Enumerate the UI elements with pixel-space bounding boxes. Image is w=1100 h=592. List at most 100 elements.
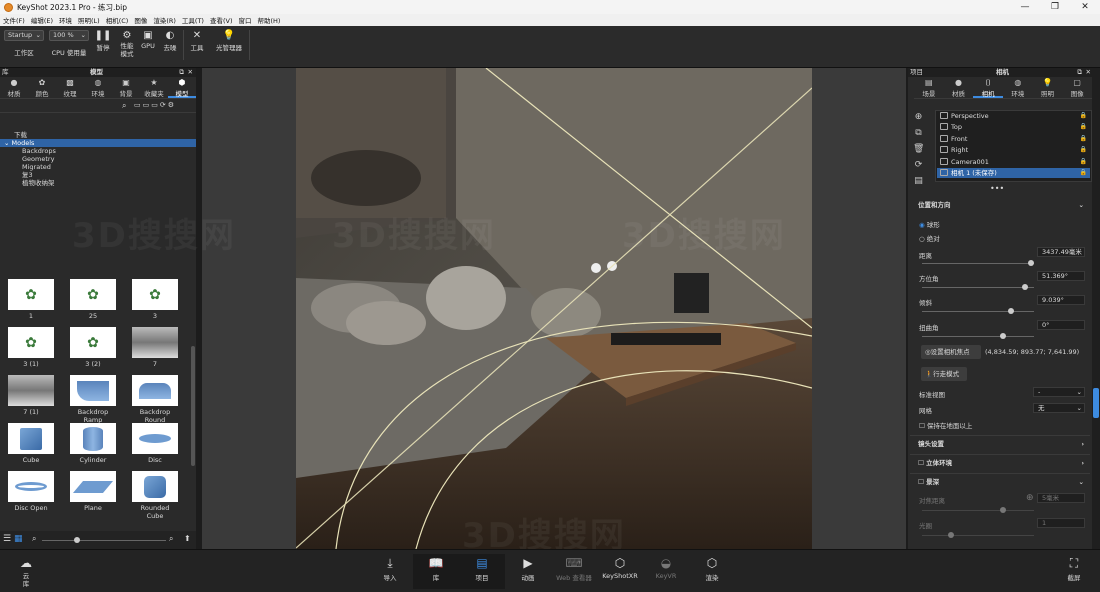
grid-select[interactable]: 无 ⌄ — [1033, 403, 1085, 413]
project-tab-scene[interactable]: ▤ 场景 — [914, 77, 944, 98]
menu-help[interactable]: 帮助(H) — [255, 15, 284, 25]
camera-list-item[interactable]: Right 🔒 — [937, 145, 1090, 155]
screenshot-button[interactable]: ⛶ 截屏 — [1052, 554, 1096, 589]
focus-distance-slider[interactable] — [922, 507, 1034, 513]
grid-view-icon[interactable]: ▦ — [14, 534, 23, 544]
close-icon[interactable]: ✕ — [188, 68, 193, 77]
tree-item[interactable]: 复3 — [0, 171, 196, 179]
undock-icon[interactable]: ⧉ — [1077, 68, 1082, 77]
slider-knob[interactable] — [1000, 333, 1006, 339]
library-thumbnail[interactable]: Backdrop Round — [132, 375, 178, 424]
position-section-header[interactable]: 位置和方向 ⌄ — [910, 197, 1090, 213]
slider-knob[interactable] — [1000, 507, 1006, 513]
slider-knob[interactable] — [948, 532, 954, 538]
aperture-field[interactable]: 1 — [1037, 518, 1085, 528]
zoom-out-icon[interactable]: ⌕ — [32, 534, 36, 544]
tree-item-models[interactable]: ⌄ Models — [0, 139, 196, 147]
close-button[interactable]: ✕ — [1070, 0, 1100, 14]
library-thumbnail[interactable]: 7 — [132, 327, 178, 368]
dof-section-header[interactable]: ☐ 景深 ⌄ — [910, 473, 1090, 489]
lock-icon[interactable]: 🔒 — [1080, 157, 1087, 167]
camera-list-item[interactable]: Top 🔒 — [937, 122, 1090, 132]
duplicate-camera-icon[interactable]: ⧉ — [913, 128, 924, 139]
camera-list-item[interactable]: Front 🔒 — [937, 134, 1090, 144]
library-button[interactable]: 📖 库 — [413, 554, 459, 589]
search-icon[interactable]: ⌕ — [122, 101, 126, 111]
azimuth-field[interactable]: 51.369° — [1037, 271, 1085, 281]
restore-button[interactable]: ❐ — [1040, 0, 1070, 14]
checkbox-icon[interactable]: ☐ — [918, 459, 926, 467]
library-thumbnail[interactable]: Rounded Cube — [132, 471, 178, 520]
thumbnail-size-slider[interactable] — [42, 537, 166, 543]
library-thumbnail[interactable]: ✿ 3 — [132, 279, 178, 320]
camera-list-item[interactable]: 相机 1 (未保存) 🔒 — [937, 168, 1090, 178]
menu-lighting[interactable]: 照明(L) — [75, 15, 103, 25]
tree-root[interactable]: 下载 — [0, 131, 196, 139]
library-tab-model[interactable]: ⬢ 模型 — [168, 77, 196, 98]
web-viewer-button[interactable]: ⌨ Web 查看器 — [551, 554, 597, 589]
menu-environment[interactable]: 环境 — [56, 15, 75, 25]
menu-file[interactable]: 文件(F) — [0, 15, 28, 25]
focus-distance-field[interactable]: 5毫米 — [1037, 493, 1085, 503]
library-tab-color[interactable]: ✿ 颜色 — [28, 77, 56, 98]
project-tab-lighting[interactable]: 💡 照明 — [1033, 77, 1063, 98]
right-scrollbar[interactable] — [1093, 388, 1099, 418]
library-thumbnail[interactable]: 7 (1) — [8, 375, 54, 416]
menu-camera[interactable]: 相机(C) — [103, 15, 132, 25]
slider-knob[interactable] — [74, 537, 80, 543]
import-button[interactable]: ⤓ 导入 — [367, 554, 413, 589]
library-tab-environment[interactable]: ◍ 环境 — [84, 77, 112, 98]
close-icon[interactable]: ✕ — [1086, 68, 1091, 77]
library-thumbnail[interactable]: ✿ 1 — [8, 279, 54, 320]
tree-item[interactable]: Geometry — [0, 155, 196, 163]
camera-list-item[interactable]: Camera001 🔒 — [937, 157, 1090, 167]
lens-settings-header[interactable]: 镜头设置 › — [910, 435, 1090, 451]
performance-mode-button[interactable]: ⚙ 性能 模式 — [116, 30, 138, 58]
save-icon[interactable]: ▤ — [913, 176, 924, 187]
lock-icon[interactable]: 🔒 — [1080, 134, 1087, 144]
keyvr-button[interactable]: ◒ KeyVR — [643, 554, 689, 589]
workspace-select[interactable]: Startup ⌄ — [4, 30, 44, 41]
library-thumbnail[interactable]: Disc — [132, 423, 178, 464]
library-thumbnail[interactable]: Cube — [8, 423, 54, 464]
library-thumbnail[interactable]: Plane — [70, 471, 116, 512]
lock-icon[interactable]: 🔒 — [1080, 111, 1087, 121]
keep-above-ground-checkbox[interactable]: ☐ 保持在地面以上 — [919, 420, 972, 430]
distance-slider[interactable] — [922, 260, 1034, 266]
upload-icon[interactable]: ⬆ — [184, 534, 191, 543]
project-tab-environment[interactable]: ◍ 环境 — [1003, 77, 1033, 98]
slider-knob[interactable] — [1008, 308, 1014, 314]
library-thumbnail[interactable]: ✿ 25 — [70, 279, 116, 320]
delete-icon[interactable]: 🗑 — [913, 144, 924, 155]
library-tab-texture[interactable]: ▩ 纹理 — [56, 77, 84, 98]
camera-list-item[interactable]: Perspective 🔒 — [937, 111, 1090, 121]
set-camera-focus-button[interactable]: ◎设置相机焦点 — [921, 345, 981, 359]
azimuth-slider[interactable] — [922, 284, 1034, 290]
project-tab-image[interactable]: ▢ 图像 — [1062, 77, 1092, 98]
render-scene[interactable] — [296, 68, 812, 549]
library-thumbnail[interactable]: Disc Open — [8, 471, 54, 512]
library-thumbnail[interactable]: ✿ 3 (1) — [8, 327, 54, 368]
pause-button[interactable]: ❚❚ 暂停 — [92, 30, 114, 52]
slider-knob[interactable] — [1022, 284, 1028, 290]
folder-actions-icon[interactable]: ▭▭▭⟳⚙ — [134, 101, 176, 109]
project-tab-material[interactable]: ● 材质 — [944, 77, 974, 98]
lock-icon[interactable]: 🔒 — [1080, 168, 1087, 178]
minimize-button[interactable]: — — [1010, 0, 1040, 14]
gpu-button[interactable]: ▣ GPU — [138, 30, 158, 50]
reset-icon[interactable]: ⟳ — [913, 160, 924, 171]
menu-view[interactable]: 查看(V) — [207, 15, 236, 25]
render-viewport[interactable]: 3D搜搜网 3D搜搜网 3D搜搜网 3D搜搜网 — [72, 68, 906, 556]
library-thumbnail[interactable]: Backdrop Ramp — [70, 375, 116, 424]
splitter-handle[interactable]: ••• — [990, 185, 1004, 193]
animation-button[interactable]: ▶ 动画 — [505, 554, 551, 589]
standard-view-select[interactable]: - ⌄ — [1033, 387, 1085, 397]
library-thumbnail[interactable]: Cylinder — [70, 423, 116, 464]
crosshair-icon[interactable]: ⊕ — [1026, 493, 1034, 503]
tree-item[interactable]: Backdrops — [0, 147, 196, 155]
tilt-slider[interactable] — [922, 308, 1034, 314]
checkbox-icon[interactable]: ☐ — [918, 478, 926, 486]
lock-icon[interactable]: 🔒 — [1080, 145, 1087, 155]
aperture-slider[interactable] — [922, 532, 1034, 538]
zoom-in-icon[interactable]: ⌕ — [169, 534, 173, 544]
